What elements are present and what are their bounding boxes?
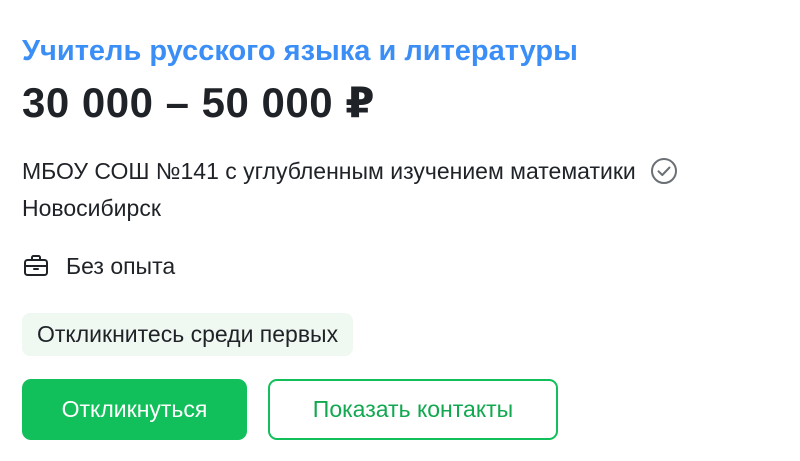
vacancy-title[interactable]: Учитель русского языка и литературы	[22, 32, 578, 70]
early-response-badge: Откликнитесь среди первых	[22, 313, 354, 356]
briefcase-icon	[22, 252, 50, 280]
experience-row: Без опыта	[22, 251, 175, 281]
show-contacts-button[interactable]: Показать контакты	[268, 379, 558, 440]
vacancy-card: Учитель русского языка и литературы 30 0…	[0, 0, 800, 461]
company-city: Новосибирск	[22, 195, 161, 221]
company-name[interactable]: МБОУ СОШ №141 с углубленным изучением ма…	[22, 156, 636, 186]
check-circle-icon	[650, 157, 678, 185]
vacancy-salary: 30 000 – 50 000 ₽	[22, 79, 376, 126]
experience-text: Без опыта	[66, 253, 176, 279]
company-row: МБОУ СОШ №141 с углубленным изучением ма…	[22, 156, 678, 186]
respond-button[interactable]: Откликнуться	[22, 379, 247, 440]
